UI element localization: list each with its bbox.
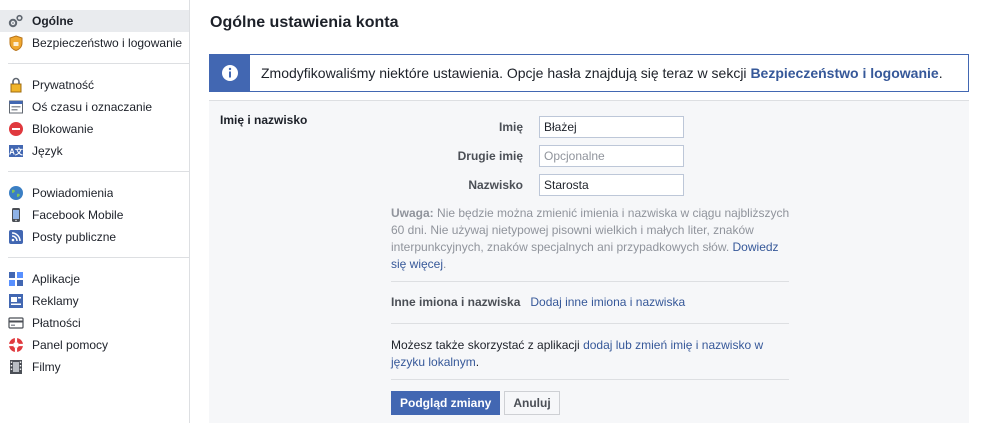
sidebar-item-label: Prywatność	[32, 78, 95, 92]
sidebar-item-label: Filmy	[32, 360, 61, 374]
info-icon	[210, 55, 250, 91]
settings-sidebar: Ogólne Bezpieczeństwo i logowanie Prywat…	[0, 0, 190, 423]
sidebar-item-label: Język	[32, 144, 63, 158]
sidebar-item-general[interactable]: Ogólne	[0, 10, 189, 32]
sidebar-item-label: Ogólne	[32, 14, 74, 28]
middle-name-input[interactable]	[539, 145, 684, 167]
film-icon	[8, 359, 24, 375]
add-other-names-link[interactable]: Dodaj inne imiona i nazwiska	[530, 295, 685, 309]
sidebar-item-support[interactable]: Panel pomocy	[0, 334, 189, 356]
last-name-label: Nazwisko	[468, 178, 523, 192]
sidebar-item-ads[interactable]: Reklamy	[0, 290, 189, 312]
first-name-label: Imię	[498, 120, 523, 134]
svg-text:A文: A文	[9, 147, 24, 157]
block-icon	[8, 121, 24, 137]
settings-main: Ogólne ustawienia konta Zmodyfikowaliśmy…	[190, 0, 984, 423]
rss-icon	[8, 229, 24, 245]
divider	[391, 281, 789, 282]
middle-name-row: Drugie imię	[389, 145, 689, 167]
sidebar-item-mobile[interactable]: Facebook Mobile	[0, 204, 189, 226]
ads-icon	[8, 293, 24, 309]
sidebar-item-label: Oś czasu i oznaczanie	[32, 100, 153, 114]
sidebar-group-privacy: Prywatność Oś czasu i oznaczanie Blokowa…	[8, 64, 189, 172]
info-banner-text: Zmodyfikowaliśmy niektóre ustawienia. Op…	[261, 65, 943, 81]
sidebar-item-public-posts[interactable]: Posty publiczne	[0, 226, 189, 248]
last-name-row: Nazwisko	[389, 174, 689, 196]
sidebar-item-label: Facebook Mobile	[32, 208, 124, 222]
sidebar-group-account: Ogólne Bezpieczeństwo i logowanie	[0, 0, 189, 64]
preview-changes-button[interactable]: Podgląd zmiany	[391, 391, 501, 415]
divider	[391, 379, 789, 380]
sidebar-item-apps[interactable]: Aplikacje	[0, 268, 189, 290]
security-login-link[interactable]: Bezpieczeństwo i logowanie	[750, 65, 938, 81]
action-buttons: Podgląd zmiany Anuluj	[391, 391, 560, 415]
sidebar-item-label: Bezpieczeństwo i logowanie	[32, 36, 183, 50]
sidebar-item-blocking[interactable]: Blokowanie	[0, 118, 189, 140]
page-title: Ogólne ustawienia konta	[210, 14, 399, 31]
cancel-button[interactable]: Anuluj	[504, 391, 560, 415]
sidebar-item-videos[interactable]: Filmy	[0, 356, 189, 378]
name-change-note: Uwaga: Nie będzie można zmienić imienia …	[391, 206, 790, 271]
sidebar-item-privacy[interactable]: Prywatność	[0, 74, 189, 96]
last-name-input[interactable]	[539, 174, 684, 196]
sidebar-item-label: Reklamy	[32, 294, 79, 308]
gear-icon	[8, 13, 24, 29]
local-name-note: Możesz także skorzystać z aplikacji doda…	[391, 338, 764, 369]
name-edit-panel: Imię i nazwisko Imię Drugie imię Nazwisk…	[209, 100, 969, 423]
info-banner: Zmodyfikowaliśmy niektóre ustawienia. Op…	[209, 54, 969, 92]
other-names-label: Inne imiona i nazwiska	[391, 295, 521, 309]
sidebar-item-notifications[interactable]: Powiadomienia	[0, 182, 189, 204]
sidebar-group-apps: Aplikacje Reklamy Płatności Panel pomocy…	[8, 258, 189, 387]
divider	[391, 323, 789, 324]
middle-name-label: Drugie imię	[457, 149, 523, 163]
other-names-row: Inne imiona i nazwiska Dodaj inne imiona…	[391, 295, 685, 309]
lock-icon	[8, 77, 24, 93]
sidebar-item-payments[interactable]: Płatności	[0, 312, 189, 334]
globe-icon	[8, 185, 24, 201]
apps-icon	[8, 271, 24, 287]
sidebar-item-label: Aplikacje	[32, 272, 81, 286]
sidebar-item-timeline[interactable]: Oś czasu i oznaczanie	[0, 96, 189, 118]
sidebar-item-language[interactable]: A文 Język	[0, 140, 189, 162]
sidebar-item-label: Powiadomienia	[32, 186, 114, 200]
first-name-row: Imię	[389, 116, 689, 138]
shield-icon	[8, 35, 24, 51]
timeline-icon	[8, 99, 24, 115]
section-label: Imię i nazwisko	[220, 113, 308, 127]
card-icon	[8, 315, 24, 331]
sidebar-item-label: Płatności	[32, 316, 81, 330]
sidebar-item-label: Posty publiczne	[32, 230, 117, 244]
sidebar-item-label: Panel pomocy	[32, 338, 109, 352]
lifebuoy-icon	[8, 337, 24, 353]
language-icon: A文	[8, 143, 24, 159]
sidebar-item-label: Blokowanie	[32, 122, 94, 136]
sidebar-item-security[interactable]: Bezpieczeństwo i logowanie	[0, 32, 189, 54]
sidebar-group-notifications: Powiadomienia Facebook Mobile Posty publ…	[8, 172, 189, 258]
mobile-icon	[8, 207, 24, 223]
first-name-input[interactable]	[539, 116, 684, 138]
